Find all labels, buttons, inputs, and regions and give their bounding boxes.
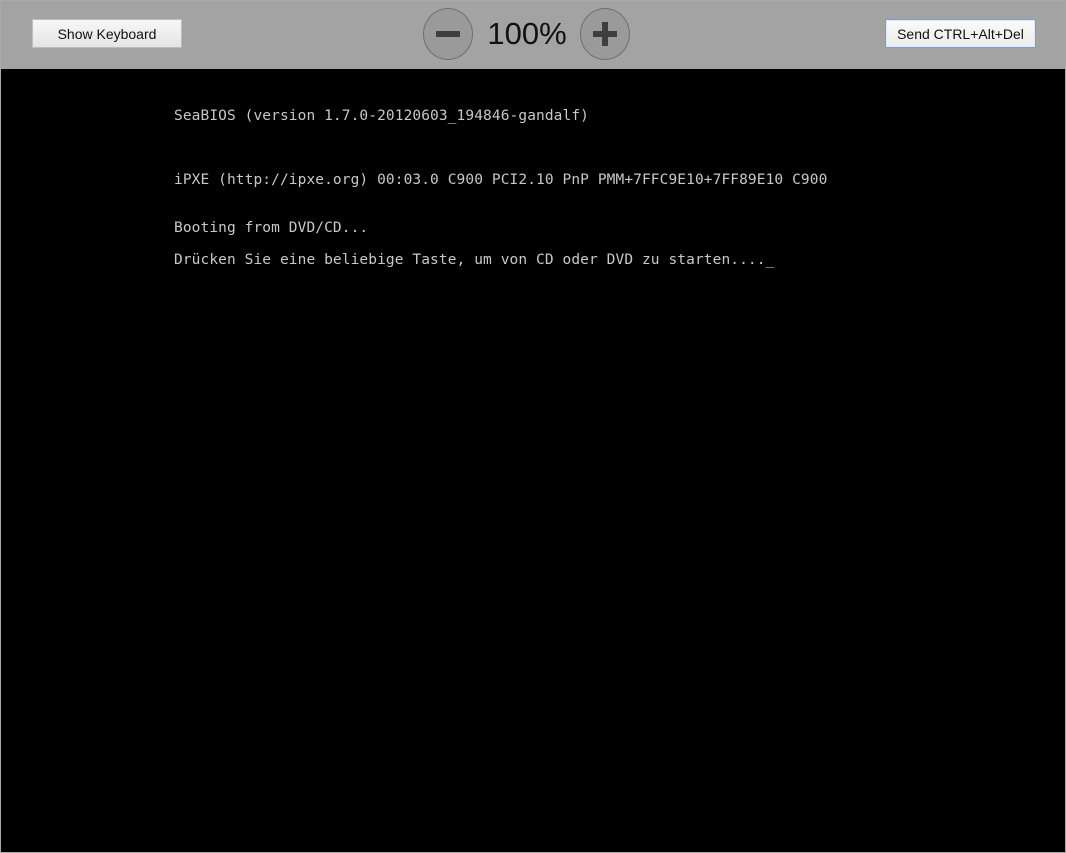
console-screen[interactable]: SeaBIOS (version 1.7.0-20120603_194846-g…: [1, 69, 1065, 852]
zoom-level-readout: 100%: [487, 16, 567, 51]
console-line-ipxe: iPXE (http://ipxe.org) 00:03.0 C900 PCI2…: [174, 172, 828, 188]
minus-icon: [436, 31, 460, 37]
text-cursor: _: [765, 252, 775, 268]
remote-console-window: Show Keyboard 100% Send CTRL+Alt+Del Sea…: [0, 0, 1066, 853]
console-toolbar: Show Keyboard 100% Send CTRL+Alt+Del: [1, 1, 1065, 69]
send-ctrl-alt-del-button[interactable]: Send CTRL+Alt+Del: [885, 19, 1036, 48]
zoom-out-button[interactable]: [423, 8, 473, 60]
console-line-prompt: Drücken Sie eine beliebige Taste, um von…: [174, 251, 774, 269]
console-line-booting: Booting from DVD/CD...: [174, 220, 369, 236]
console-prompt-text: Drücken Sie eine beliebige Taste, um von…: [174, 252, 766, 268]
zoom-in-button[interactable]: [580, 8, 630, 60]
show-keyboard-button[interactable]: Show Keyboard: [32, 19, 182, 48]
plus-icon: [593, 22, 617, 46]
console-line-seabios: SeaBIOS (version 1.7.0-20120603_194846-g…: [174, 108, 589, 124]
